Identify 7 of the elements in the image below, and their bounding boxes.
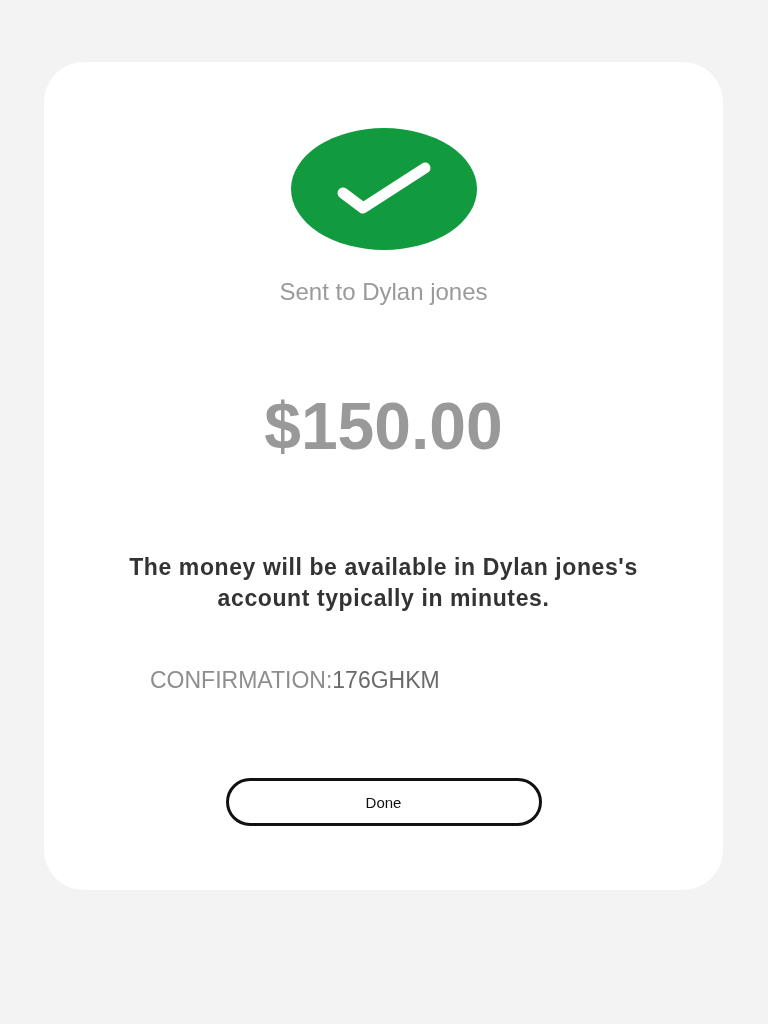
- confirmation-label: CONFIRMATION:: [150, 666, 333, 694]
- recipient-text: Sent to Dylan jones: [279, 278, 488, 306]
- checkmark-icon: [290, 128, 477, 250]
- done-button[interactable]: Done: [225, 778, 542, 826]
- message-text: The money will be available in Dylan jones's account typically in minutes.: [128, 553, 639, 613]
- confirmation-code: 176GHKM: [332, 666, 440, 694]
- amount-text: $150.00: [264, 388, 503, 464]
